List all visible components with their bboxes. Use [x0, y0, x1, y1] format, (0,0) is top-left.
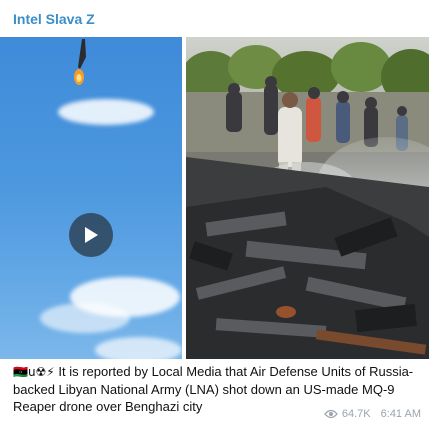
eye-icon	[324, 409, 338, 419]
flag-emoji-icon: 🇱🇾​u☢⚡	[13, 365, 55, 379]
view-count: 64.7K	[341, 408, 371, 420]
crash-site-photo[interactable]	[186, 37, 429, 359]
crash-site-scene	[186, 37, 429, 359]
play-icon	[85, 227, 98, 243]
post-time: 6:41 AM	[380, 408, 421, 420]
message-card: Intel Slava Z	[0, 0, 429, 429]
post-text: It is reported by Local Media that Air D…	[13, 364, 414, 414]
burning-drone-graphic	[74, 39, 86, 85]
channel-name[interactable]: Intel Slava Z	[13, 11, 95, 27]
video-thumbnail[interactable]	[0, 37, 182, 359]
play-button[interactable]	[69, 213, 113, 257]
post-meta: 64.7K 6:41 AM	[324, 408, 421, 420]
